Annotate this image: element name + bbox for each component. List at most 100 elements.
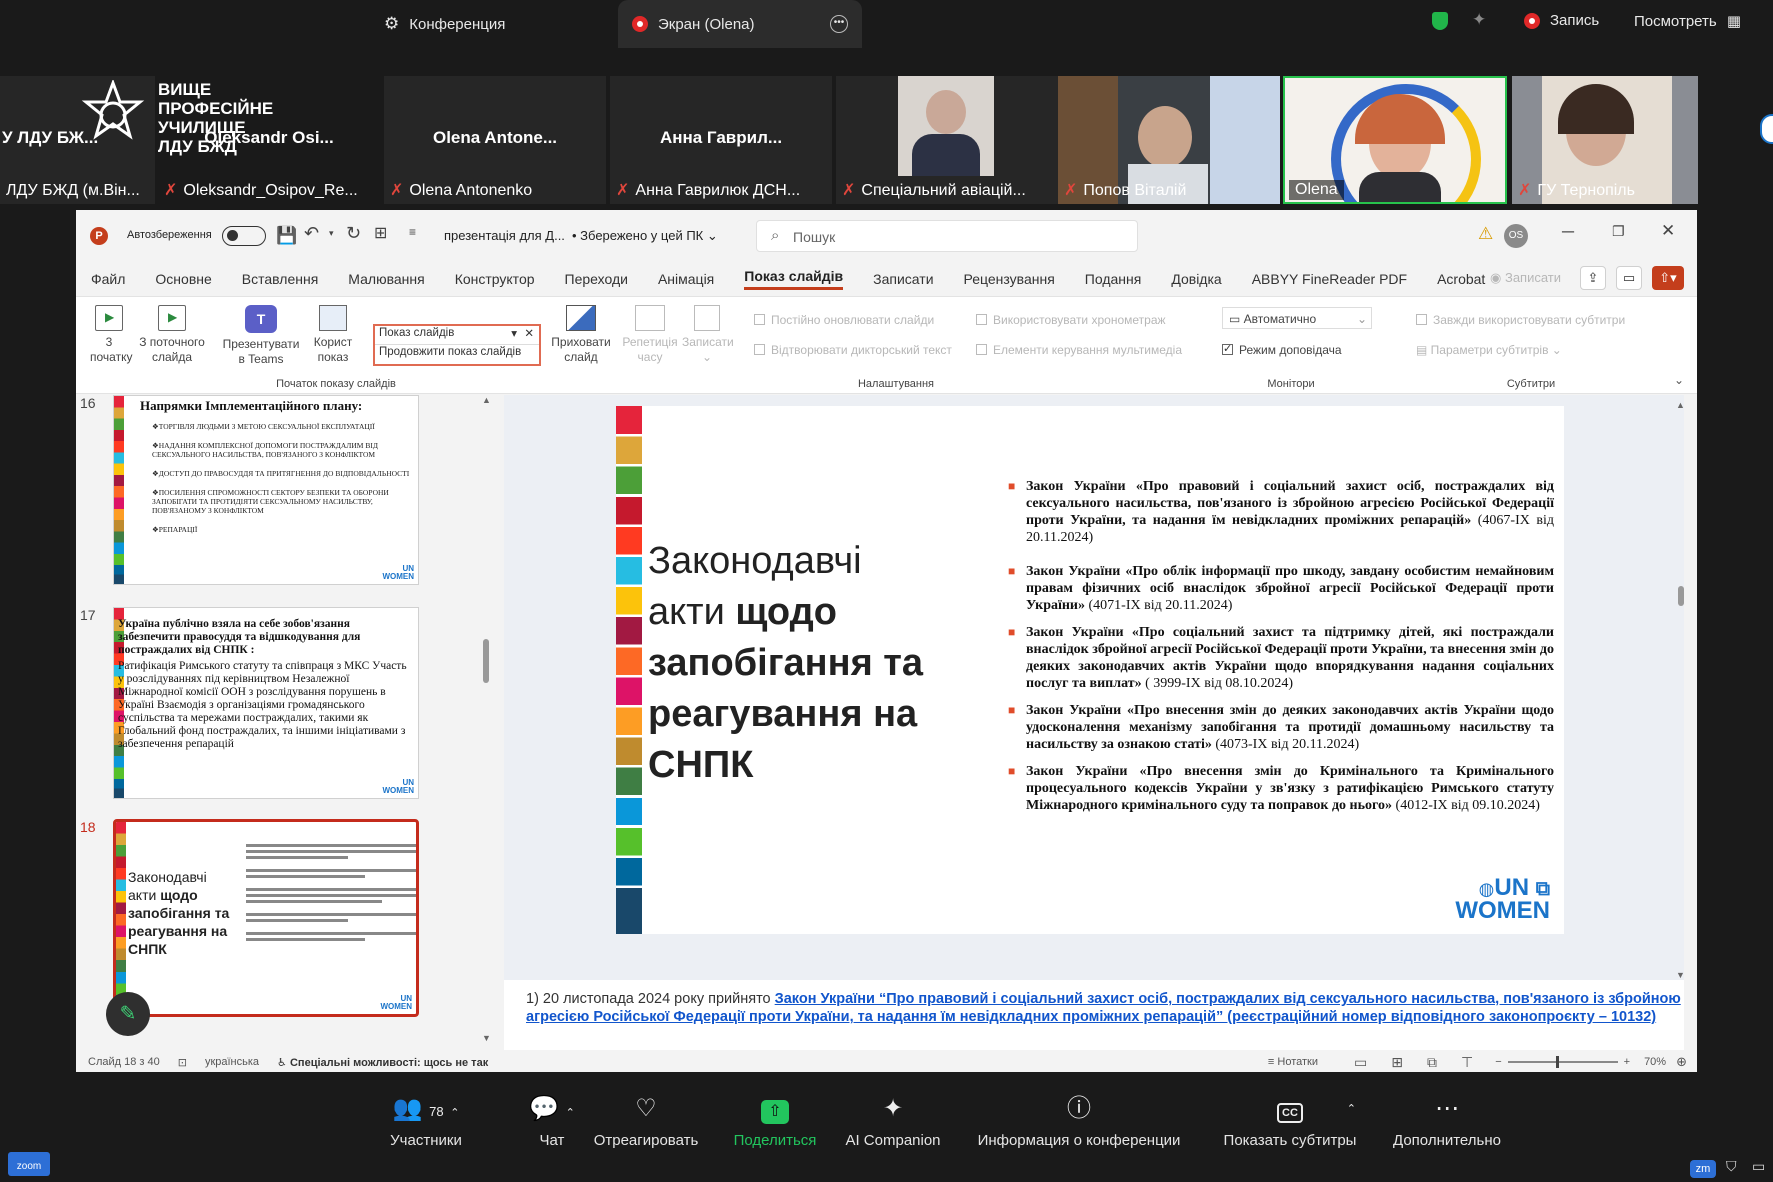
captions-button[interactable]: CC ⌃ Показать субтитры <box>1210 1092 1370 1149</box>
redo-icon[interactable]: ↻ <box>346 223 361 244</box>
tab-review[interactable]: Рецензування <box>964 271 1055 287</box>
annotate-pen-icon[interactable]: ✎ <box>106 992 150 1036</box>
notes-button[interactable]: ≡ Нотатки <box>1268 1056 1318 1068</box>
customize-toolbar-icon[interactable]: ≡ <box>409 225 416 239</box>
react-button[interactable]: ♡ Отреагировать <box>584 1092 708 1149</box>
chevron-down-icon[interactable]: ▾ <box>329 228 334 239</box>
search-box[interactable]: ⌕ Пошук <box>756 220 1138 252</box>
participant-tile[interactable]: ✗ ГУ Тернопіль <box>1512 76 1698 204</box>
warning-icon[interactable]: ⚠ <box>1478 224 1493 244</box>
tab-screen-share[interactable]: Экран (Olena) ••• <box>618 0 862 48</box>
tab-animations[interactable]: Анімація <box>658 271 714 287</box>
thumbnail-scrollbar[interactable]: ▲ ▼ <box>480 395 492 1043</box>
tab-home[interactable]: Основне <box>155 271 211 287</box>
undo-icon[interactable]: ↶ <box>304 223 319 244</box>
slide-sorter-icon[interactable]: ⊞ <box>1391 1054 1403 1071</box>
restore-icon[interactable]: ❐ <box>1612 223 1625 240</box>
taskbar-zoom-icon[interactable]: zoom <box>8 1152 50 1176</box>
slideshow-view-icon[interactable]: ⊤ <box>1461 1054 1473 1071</box>
meeting-info-button[interactable]: ⓘ Информация о конференции <box>964 1092 1194 1149</box>
participant-tile[interactable]: Olena Antone... ✗ Olena Antonenko <box>384 76 606 204</box>
record-toolbar-button[interactable]: ◉ Записати <box>1490 270 1591 286</box>
tab-abbyy[interactable]: ABBYY FineReader PDF <box>1252 271 1407 287</box>
participants-button[interactable]: 👥 78 ⌃ Участники <box>370 1092 482 1149</box>
slide-thumbnail-17[interactable]: Україна публічно взяла на себе зобов'яза… <box>113 607 419 799</box>
collapse-ribbon-icon[interactable]: ⌄ <box>1674 373 1684 387</box>
record-slideshow-button[interactable]: Записати ⌄ <box>682 305 734 365</box>
saved-status[interactable]: • Збережено у цей ПК ⌄ <box>572 228 718 244</box>
zoom-in-icon[interactable]: + <box>1624 1056 1630 1068</box>
tray-zoom-icon[interactable]: zm <box>1690 1160 1716 1178</box>
keep-updated-checkbox[interactable]: Постійно оновлювати слайди <box>754 313 934 328</box>
always-subtitles-checkbox[interactable]: Завжди використовувати субтитри <box>1416 313 1625 328</box>
speaker-notes[interactable]: 1) 20 листопада 2024 року прийнято Закон… <box>504 980 1684 1050</box>
slide-thumbnail-18-selected[interactable]: Законодавчі акти щодо запобігання та реа… <box>113 819 419 1017</box>
tab-draw[interactable]: Малювання <box>348 271 424 287</box>
tab-record[interactable]: Записати <box>873 271 933 287</box>
sparkle-icon[interactable]: ✦ <box>1472 10 1486 30</box>
tray-shield-icon[interactable]: ⛉ <box>1726 1158 1737 1175</box>
teams-share-icon[interactable]: ⇪ <box>1580 266 1606 290</box>
rehearse-timings-button[interactable]: Репетиція часу <box>622 305 678 365</box>
subtitle-settings-button[interactable]: ▤ Параметри субтитрів ⌄ <box>1416 343 1562 358</box>
normal-view-icon[interactable]: ▭ <box>1354 1054 1367 1071</box>
tab-view[interactable]: Подання <box>1085 271 1142 287</box>
zoom-level[interactable]: 70% <box>1644 1056 1666 1068</box>
tab-acrobat[interactable]: Acrobat <box>1437 271 1485 287</box>
present-in-teams-button[interactable]: T Презентувати в Teams <box>216 305 306 367</box>
slide-thumbnail-16[interactable]: Напрямки Імплементаційного плану: ❖ТОРГІ… <box>113 395 419 585</box>
continue-slideshow-item[interactable]: Продовжити показ слайдів <box>375 345 539 359</box>
participant-tile[interactable]: Oleksandr Osi... ✗ Oleksandr_Osipov_Re... <box>158 76 380 204</box>
autosave-toggle[interactable] <box>222 226 266 246</box>
from-current-button[interactable]: ▶ З поточного слайда <box>132 305 212 365</box>
minimize-icon[interactable]: ─ <box>1562 222 1574 242</box>
current-slide[interactable]: Законодавчі акти щодо запобігання та реа… <box>616 406 1564 934</box>
language-indicator[interactable]: українська <box>205 1056 259 1068</box>
close-icon[interactable]: ✕ <box>1661 221 1675 241</box>
dropdown-icon[interactable]: ▾ <box>511 326 517 340</box>
tray-battery-icon[interactable]: ▭ <box>1752 1158 1765 1175</box>
more-button[interactable]: ⋯ Дополнительно <box>1384 1092 1510 1149</box>
ai-companion-button[interactable]: ✦ AI Companion <box>838 1092 948 1149</box>
document-title[interactable]: презентація для Д... <box>444 228 565 243</box>
zoom-out-icon[interactable]: − <box>1495 1056 1501 1068</box>
tab-slideshow[interactable]: Показ слайдів <box>744 268 844 290</box>
more-options-icon[interactable]: ••• <box>830 15 848 33</box>
security-shield-icon[interactable] <box>1432 12 1448 30</box>
tab-file[interactable]: Файл <box>91 271 125 287</box>
avatar[interactable]: OS <box>1504 224 1528 248</box>
participant-tile[interactable]: ✗ Спеціальний авіацій... <box>836 76 1058 204</box>
from-beginning-button[interactable]: ▶ 3 початку <box>90 305 132 365</box>
save-icon[interactable]: 💾 <box>276 226 297 246</box>
popup-close-icon[interactable]: ✕ <box>524 326 534 340</box>
share-screen-button[interactable]: ⇧ Поделиться <box>722 1092 828 1149</box>
view-button[interactable]: Посмотреть ▦ <box>1634 12 1741 30</box>
presenter-view-checkbox[interactable]: Режим доповідача <box>1222 342 1342 358</box>
side-panel-toggle[interactable] <box>1760 114 1773 144</box>
share-button[interactable]: ⇧▾ <box>1652 266 1684 290</box>
zoom-slider[interactable] <box>1507 1056 1618 1068</box>
media-controls-checkbox[interactable]: Елементи керування мультимедіа <box>976 343 1182 358</box>
custom-show-button[interactable]: Корист показ <box>310 305 356 365</box>
tab-transitions[interactable]: Переходи <box>565 271 628 287</box>
tab-insert[interactable]: Вставлення <box>242 271 319 287</box>
tab-design[interactable]: Конструктор <box>455 271 535 287</box>
accessibility-indicator[interactable]: ♿ Спеціальні можливості: щось не так <box>277 1056 488 1069</box>
spellcheck-icon[interactable]: ⊡ <box>178 1056 187 1069</box>
chat-button[interactable]: 💬 ⌃ Чат <box>512 1092 592 1149</box>
reading-view-icon[interactable]: ⧉ <box>1427 1054 1437 1071</box>
participant-tile[interactable]: ✗ Попов Віталій <box>1058 76 1280 204</box>
monitor-select[interactable]: ▭ Автоматично ⌄ <box>1222 307 1372 329</box>
participant-tile-active-speaker[interactable]: Olena <box>1283 76 1507 204</box>
hide-slide-button[interactable]: Приховати слайд <box>546 305 616 365</box>
record-button[interactable]: Запись <box>1524 12 1599 29</box>
slide-scrollbar[interactable]: ▲ ▼ <box>1676 400 1686 980</box>
participant-tile[interactable]: Анна Гаврил... ✗ Анна Гаврилюк ДСН... <box>610 76 832 204</box>
presentation-icon[interactable]: ⊞ <box>374 223 387 243</box>
play-narrations-checkbox[interactable]: Відтворювати дикторський текст <box>754 343 952 358</box>
tab-conference[interactable]: ⚙ Конференция <box>384 0 505 48</box>
tab-help[interactable]: Довідка <box>1171 271 1221 287</box>
comments-icon[interactable]: ▭ <box>1616 266 1642 290</box>
fit-to-window-icon[interactable]: ⊕ <box>1676 1054 1687 1070</box>
use-timings-checkbox[interactable]: Використовувати хронометраж <box>976 313 1166 328</box>
